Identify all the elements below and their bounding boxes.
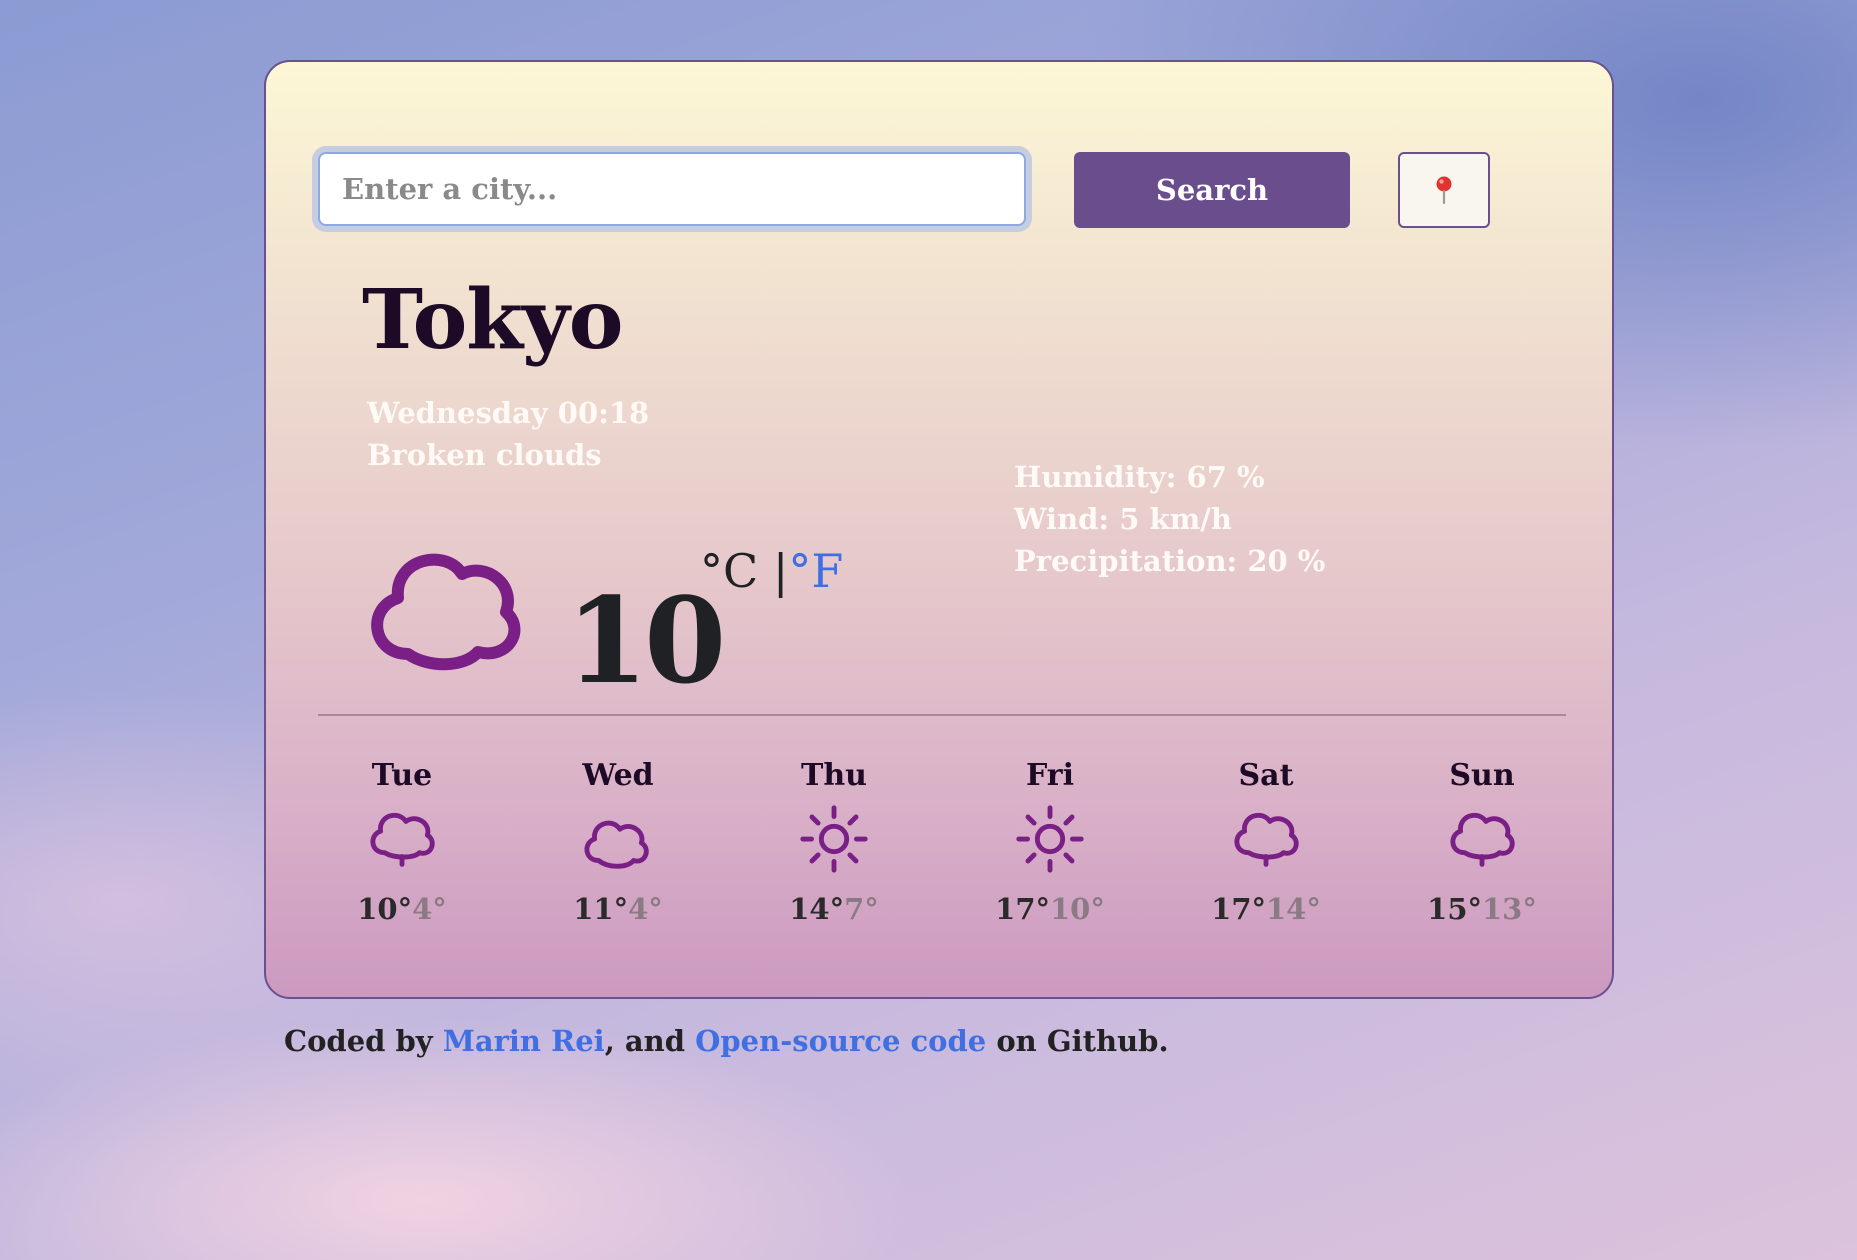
forecast-day: Sun 15°13° <box>1402 752 1562 926</box>
weather-details: Humidity: 67 % Wind: 5 km/h Precipitatio… <box>1014 456 1325 582</box>
divider <box>318 714 1566 716</box>
current-temperature: 10 <box>566 571 726 710</box>
weather-description: Broken clouds <box>367 438 602 472</box>
cloud-icon <box>371 553 521 671</box>
footer-suffix: on Github. <box>986 1024 1169 1058</box>
forecast-temps: 17°10° <box>970 892 1130 926</box>
forecast-temps: 11°4° <box>538 892 698 926</box>
forecast-min-temp: 13° <box>1482 892 1537 926</box>
forecast-min-temp: 7° <box>844 892 879 926</box>
forecast-day: Thu 14°7° <box>754 752 914 926</box>
forecast-day-name: Tue <box>371 758 433 793</box>
wind-text: Wind: 5 km/h <box>1014 502 1232 536</box>
forecast-day-name: Sun <box>1449 758 1515 793</box>
forecast-day-name: Thu <box>801 758 867 793</box>
cloud-icon <box>579 800 657 878</box>
forecast-max-temp: 15° <box>1427 892 1482 926</box>
weather-card: Search Tokyo Wednesday 00:18 Broken clou… <box>264 60 1614 999</box>
current-datetime: Wednesday 00:18 <box>367 396 650 430</box>
forecast-temps: 14°7° <box>754 892 914 926</box>
footer: Coded by Marin Rei, and Open-source code… <box>284 1024 1169 1058</box>
forecast-max-temp: 11° <box>573 892 629 926</box>
forecast-day: Tue 10°4° <box>322 752 482 926</box>
forecast-day-name: Wed <box>582 758 654 793</box>
humidity-text: Humidity: 67 % <box>1014 460 1265 494</box>
forecast-temps: 15°13° <box>1402 892 1562 926</box>
search-button[interactable]: Search <box>1074 152 1350 228</box>
forecast-max-temp: 10° <box>357 892 413 926</box>
rain-cloud-icon <box>363 800 441 878</box>
sun-icon <box>795 800 873 878</box>
forecast-min-temp: 10° <box>1050 892 1105 926</box>
forecast-max-temp: 17° <box>1211 892 1266 926</box>
footer-prefix: Coded by <box>284 1024 443 1058</box>
author-link[interactable]: Marin Rei <box>443 1024 605 1058</box>
unit-separator: | <box>772 544 789 598</box>
rain-cloud-icon <box>1443 800 1521 878</box>
celsius-unit[interactable]: °C <box>700 544 758 598</box>
current-location-button[interactable] <box>1398 152 1490 228</box>
forecast-min-temp: 4° <box>412 892 447 926</box>
forecast-day-name: Sat <box>1238 758 1294 793</box>
unit-toggle: °C |°F <box>700 548 843 594</box>
rain-cloud-icon <box>1227 800 1305 878</box>
forecast-temps: 10°4° <box>322 892 482 926</box>
forecast-max-temp: 14° <box>789 892 845 926</box>
forecast-min-temp: 14° <box>1266 892 1321 926</box>
source-code-link[interactable]: Open-source code <box>695 1024 986 1058</box>
forecast-min-temp: 4° <box>628 892 663 926</box>
forecast-temps: 17°14° <box>1186 892 1346 926</box>
forecast-day: Fri 17°10° <box>970 752 1130 926</box>
forecast-day: Sat 17°14° <box>1186 752 1346 926</box>
pin-icon <box>1436 176 1452 205</box>
city-search-input[interactable] <box>318 152 1026 226</box>
forecast-day-name: Fri <box>1026 758 1074 793</box>
precipitation-text: Precipitation: 20 % <box>1014 544 1326 578</box>
forecast-day: Wed 11°4° <box>538 752 698 926</box>
city-name: Tokyo <box>362 272 623 368</box>
forecast-max-temp: 17° <box>995 892 1050 926</box>
sun-icon <box>1011 800 1089 878</box>
footer-middle: , and <box>604 1024 696 1058</box>
fahrenheit-link[interactable]: °F <box>788 544 843 598</box>
